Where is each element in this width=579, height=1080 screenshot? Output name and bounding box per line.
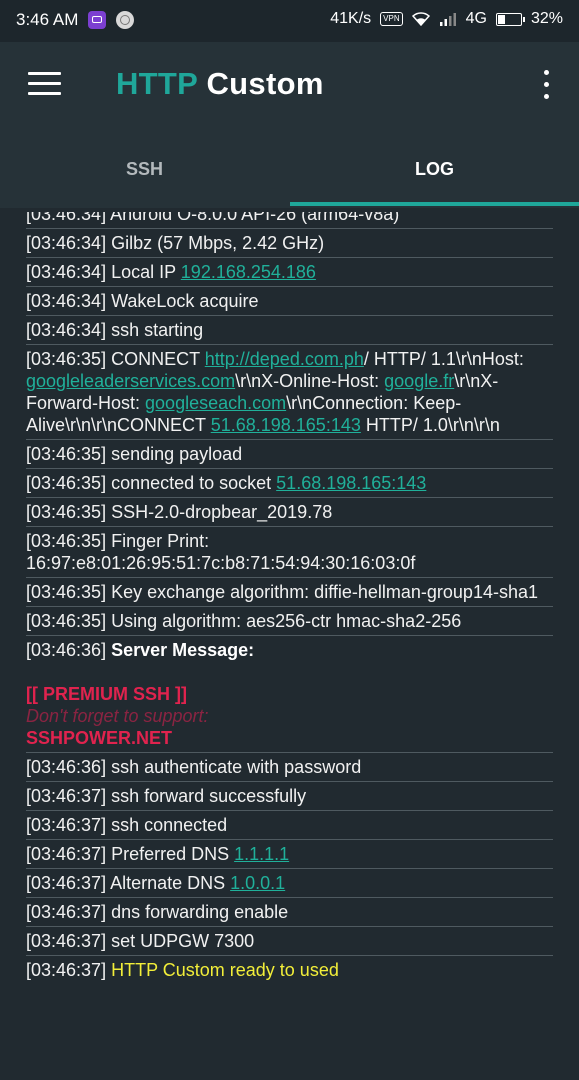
wifi-icon (411, 12, 430, 26)
battery-icon (495, 12, 525, 26)
log-entry: [03:46:34] Android O-8.0.0 API-26 (arm64… (26, 212, 553, 229)
log-text: [03:46:34] Local IP (26, 262, 181, 282)
log-entry: [03:46:37] ssh connected (26, 811, 553, 840)
log-entry: [03:46:37] Alternate DNS 1.0.0.1 (26, 869, 553, 898)
log-entry: [03:46:35] connected to socket 51.68.198… (26, 469, 553, 498)
log-entry: [03:46:37] ssh forward successfully (26, 782, 553, 811)
log-entry-server-message: [03:46:36] Server Message: [[ PREMIUM SS… (26, 636, 553, 752)
log-entry: [03:46:35] sending payload (26, 440, 553, 469)
sshpower-text: SSHPOWER.NET (26, 728, 173, 748)
tab-log[interactable]: LOG (290, 130, 579, 208)
log-entry: [03:46:35] CONNECT http://deped.com.ph/ … (26, 345, 553, 440)
log-entry: [03:46:37] HTTP Custom ready to used (26, 956, 553, 984)
twitch-notification-icon (88, 11, 107, 29)
tab-indicator (290, 202, 579, 206)
log-entry: [03:46:37] set UDPGW 7300 (26, 927, 553, 956)
log-entry: [03:46:35] Using algorithm: aes256-ctr h… (26, 607, 553, 636)
status-bar-right: 41K/s VPN 4G 32% (330, 10, 563, 28)
alternate-dns-link[interactable]: 1.0.0.1 (230, 873, 285, 893)
socket-address-link[interactable]: 51.68.198.165:143 (276, 473, 426, 493)
app-bar: HTTP Custom (0, 42, 579, 130)
battery-level (497, 14, 505, 24)
log-entry: [03:46:35] SSH-2.0-dropbear_2019.78 (26, 498, 553, 527)
log-entry: [03:46:35] Finger Print: 16:97:e8:01:26:… (26, 527, 553, 578)
local-ip-link[interactable]: 192.168.254.186 (181, 262, 316, 282)
log-text: [03:46:35] CONNECT (26, 349, 205, 369)
app-title-rest: Custom (206, 66, 324, 101)
log-entry: [03:46:37] dns forwarding enable (26, 898, 553, 927)
premium-banner: [[ PREMIUM SSH ]] (26, 684, 187, 704)
preferred-dns-link[interactable]: 1.1.1.1 (234, 844, 289, 864)
menu-icon[interactable] (28, 72, 61, 96)
app-notification-icon (116, 11, 135, 29)
log-entry: [03:46:37] Preferred DNS 1.1.1.1 (26, 840, 553, 869)
log-text: \r\nX-Online-Host: (235, 371, 385, 391)
status-bar: 3:46 AM 41K/s VPN 4G 32% (0, 0, 579, 42)
log-text: [03:46:36] (26, 640, 112, 660)
log-entry: [03:46:34] ssh starting (26, 316, 553, 345)
status-bar-left: 3:46 AM (16, 10, 135, 30)
log-list[interactable]: [03:46:34] Android O-8.0.0 API-26 (arm64… (26, 212, 553, 1064)
log-text: [03:46:37] Alternate DNS (26, 873, 231, 893)
server-address-link[interactable]: 51.68.198.165:143 (211, 415, 361, 435)
battery-percent: 32% (530, 10, 563, 27)
log-text: [03:46:37] Preferred DNS (26, 844, 235, 864)
log-entry: [03:46:34] Gilbz (57 Mbps, 2.42 GHz) (26, 229, 553, 258)
network-speed: 41K/s (330, 10, 372, 27)
log-text: [03:46:37] (26, 960, 112, 980)
log-entry: [03:46:35] Key exchange algorithm: diffi… (26, 578, 553, 607)
host-link[interactable]: googleleaderservices.com (26, 371, 235, 391)
log-entry: [03:46:36] ssh authenticate with passwor… (26, 752, 553, 782)
tab-ssh[interactable]: SSH (0, 130, 289, 208)
forward-host-link[interactable]: googleseach.com (145, 393, 286, 413)
app-title-accent: HTTP (116, 66, 198, 101)
status-time: 3:46 AM (16, 10, 79, 29)
log-entry: [03:46:34] WakeLock acquire (26, 287, 553, 316)
online-host-link[interactable]: google.fr (384, 371, 454, 391)
connect-url-link[interactable]: http://deped.com.ph (205, 349, 364, 369)
log-text: / HTTP/ 1.1\r\nHost: (363, 349, 524, 369)
server-message-label: Server Message: (111, 640, 255, 660)
log-content: [03:46:34] Android O-8.0.0 API-26 (arm64… (26, 212, 553, 984)
signal-icon (439, 13, 456, 26)
network-type: 4G (465, 10, 487, 27)
app-title: HTTP Custom (116, 66, 324, 102)
support-text: Don't forget to support: (26, 706, 209, 726)
log-text: [03:46:35] connected to socket (26, 473, 277, 493)
more-options-icon[interactable] (541, 70, 551, 100)
ready-message: HTTP Custom ready to used (111, 960, 339, 980)
log-text: HTTP/ 1.0\r\n\r\n (360, 415, 500, 435)
log-entry: [03:46:34] Local IP 192.168.254.186 (26, 258, 553, 287)
tab-bar: SSH LOG (0, 130, 579, 208)
vpn-icon: VPN (380, 12, 403, 26)
